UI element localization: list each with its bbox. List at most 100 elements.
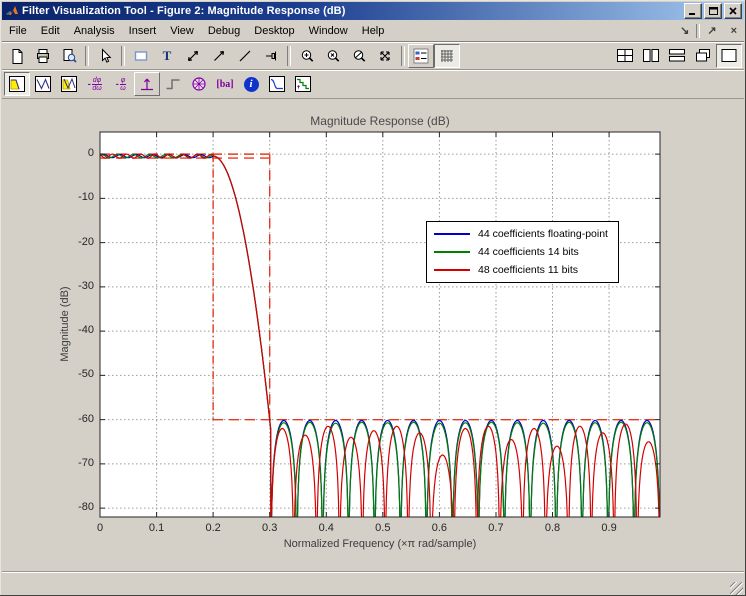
y-tick-label: -10	[58, 191, 94, 203]
legend-entry: 48 coefficients 11 bits	[427, 262, 618, 278]
group-delay-button[interactable]: - dφ dω	[82, 72, 108, 96]
layout-cascade-button[interactable]	[690, 44, 716, 68]
legend-label: 44 coefficients floating-point	[478, 228, 608, 240]
phase-delay-icon: - φ ω	[116, 77, 127, 92]
x-tick-label: 0.5	[366, 522, 400, 534]
legend-line-sample	[434, 269, 470, 271]
legend-label: 44 coefficients 14 bits	[478, 246, 579, 258]
info-icon: i	[244, 77, 259, 92]
layout-single-button[interactable]	[716, 44, 742, 68]
menu-view[interactable]: View	[163, 22, 201, 40]
y-tick-label: -60	[58, 413, 94, 425]
menu-help[interactable]: Help	[355, 22, 392, 40]
phase-response-button[interactable]	[30, 72, 56, 96]
title-bar[interactable]: Filter Visualization Tool - Figure 2: Ma…	[2, 2, 744, 20]
undock-figure-icon[interactable]: ↗	[700, 24, 723, 37]
magnitude-response-button[interactable]	[4, 72, 30, 96]
grid-toggle-button[interactable]	[434, 44, 460, 68]
close-button[interactable]	[724, 3, 742, 19]
x-axis-label: Normalized Frequency (×π rad/sample)	[100, 538, 660, 550]
phase-delay-button[interactable]: - φ ω	[108, 72, 134, 96]
menu-desktop[interactable]: Desktop	[247, 22, 301, 40]
coefficients-button[interactable]: [ba]	[212, 72, 238, 96]
close-figure-icon[interactable]: ×	[724, 25, 744, 37]
line-icon	[237, 48, 253, 64]
rectangle-tool-button[interactable]	[128, 44, 154, 68]
minimize-icon	[689, 8, 697, 15]
legend-entry: 44 coefficients floating-point	[427, 226, 618, 242]
minimize-button[interactable]	[684, 3, 702, 19]
expand-arrows-icon	[377, 48, 393, 64]
menu-window[interactable]: Window	[302, 22, 355, 40]
print-preview-icon	[61, 48, 77, 64]
pin-icon	[263, 48, 279, 64]
zoom-out-button[interactable]	[320, 44, 346, 68]
pointer-tool-button[interactable]	[92, 44, 118, 68]
status-bar	[2, 571, 744, 596]
resize-grip-icon[interactable]	[730, 582, 743, 595]
print-button[interactable]	[30, 44, 56, 68]
layout-rows-button[interactable]	[664, 44, 690, 68]
legend[interactable]: 44 coefficients floating-point 44 coeffic…	[426, 221, 619, 283]
zoom-out-icon	[325, 48, 341, 64]
menu-file[interactable]: File	[2, 22, 34, 40]
menu-debug[interactable]: Debug	[201, 22, 247, 40]
menu-analysis[interactable]: Analysis	[67, 22, 122, 40]
x-tick-label: 0.4	[309, 522, 343, 534]
noise-psd-button[interactable]	[290, 72, 316, 96]
maximize-button[interactable]	[704, 3, 722, 19]
fvtool-window: Filter Visualization Tool - Figure 2: Ma…	[0, 0, 746, 596]
grid-icon	[439, 48, 455, 64]
magnitude-estimate-button[interactable]	[264, 72, 290, 96]
menu-edit[interactable]: Edit	[34, 22, 67, 40]
x-tick-label: 0.2	[196, 522, 230, 534]
main-toolbar: T	[2, 42, 744, 70]
step-response-button[interactable]	[160, 72, 186, 96]
printer-icon	[35, 48, 51, 64]
figure-area: Magnitude Response (dB) Normalized Frequ…	[2, 99, 744, 571]
x-tick-label: 0.9	[592, 522, 626, 534]
noise-psd-icon	[294, 75, 312, 93]
dock-figure-icon[interactable]: ↘	[673, 24, 696, 37]
double-arrow-tool-button[interactable]	[180, 44, 206, 68]
impulse-response-button[interactable]	[134, 72, 160, 96]
zoom-in-button[interactable]	[294, 44, 320, 68]
print-preview-button[interactable]	[56, 44, 82, 68]
fit-view-button[interactable]	[372, 44, 398, 68]
magnitude-phase-button[interactable]	[56, 72, 82, 96]
pole-zero-button[interactable]	[186, 72, 212, 96]
y-tick-label: -80	[58, 501, 94, 513]
menu-insert[interactable]: Insert	[122, 22, 164, 40]
coefficients-icon: [ba]	[216, 79, 233, 90]
text-tool-icon: T	[163, 48, 172, 64]
layout-cascade-icon	[694, 48, 712, 63]
maximize-icon	[709, 7, 718, 15]
layout-single-icon	[720, 48, 738, 63]
filter-info-button[interactable]: i	[238, 72, 264, 96]
line-tool-button[interactable]	[232, 44, 258, 68]
axes-background	[100, 132, 660, 517]
pin-tool-button[interactable]	[258, 44, 284, 68]
window-title: Filter Visualization Tool - Figure 2: Ma…	[22, 5, 684, 17]
x-tick-label: 0.1	[140, 522, 174, 534]
text-tool-button[interactable]: T	[154, 44, 180, 68]
plot-title: Magnitude Response (dB)	[100, 114, 660, 128]
arrow-tool-button[interactable]	[206, 44, 232, 68]
x-tick-label: 0.3	[253, 522, 287, 534]
x-tick-label: 0.7	[479, 522, 513, 534]
y-tick-label: -50	[58, 368, 94, 380]
zoom-reset-button[interactable]	[346, 44, 372, 68]
new-figure-button[interactable]	[4, 44, 30, 68]
legend-entry: 44 coefficients 14 bits	[427, 244, 618, 260]
legend-toggle-button[interactable]	[408, 44, 434, 68]
menu-bar: File Edit Analysis Insert View Debug Des…	[2, 20, 744, 42]
legend-label: 48 coefficients 11 bits	[478, 264, 578, 276]
legend-icon	[413, 48, 429, 64]
y-tick-label: -20	[58, 236, 94, 248]
layout-columns-button[interactable]	[638, 44, 664, 68]
double-arrow-icon	[185, 48, 201, 64]
layout-quad-button[interactable]	[612, 44, 638, 68]
toolbar-separator	[85, 46, 89, 66]
toolbar-separator	[287, 46, 291, 66]
magnitude-phase-icon	[60, 75, 78, 93]
